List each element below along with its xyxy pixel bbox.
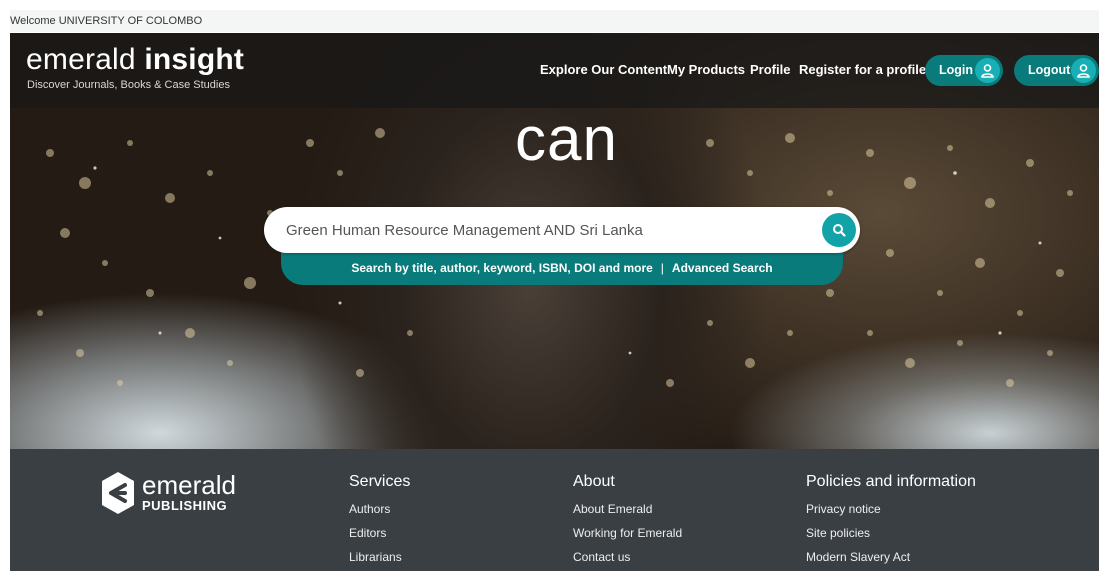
user-icon [975,58,1000,83]
logout-button[interactable]: Logout [1014,55,1099,86]
nav-profile[interactable]: Profile [750,62,790,77]
brand-bold: insight [144,43,245,76]
footer-col-about: About About Emerald Working for Emerald … [573,473,682,569]
footer-link-librarians[interactable]: Librarians [349,545,410,569]
emerald-logo-icon [102,472,134,514]
welcome-text: Welcome UNIVERSITY OF COLOMBO [10,15,203,27]
footer-link-modern-slavery-act[interactable]: Modern Slavery Act [806,545,976,569]
footer-logo-sub: PUBLISHING [142,498,228,513]
footer-heading-services: Services [349,473,411,490]
footer-link-site-policies[interactable]: Site policies [806,521,976,545]
site-footer: emerald PUBLISHING Services Authors Edit… [10,449,1099,571]
nav-register-profile[interactable]: Register for a profile [799,62,926,77]
logout-label: Logout [1028,63,1071,77]
login-button[interactable]: Login [925,55,1003,86]
footer-logo-name: emerald [142,470,236,500]
nav-explore-our-content[interactable]: Explore Our Content [540,62,667,77]
hero-banner: emerald insight Discover Journals, Books… [10,33,1099,449]
hero-word: can [515,105,618,174]
footer-link-privacy-notice[interactable]: Privacy notice [806,497,976,521]
footer-heading-about: About [573,473,615,490]
nav-my-products[interactable]: My Products [667,62,745,77]
search-input[interactable] [286,207,806,253]
footer-link-editors[interactable]: Editors [349,521,410,545]
advanced-search-link[interactable]: Advanced Search [672,261,773,275]
search-icon [833,224,846,237]
login-label: Login [939,63,974,77]
footer-link-contact-us[interactable]: Contact us [573,545,682,569]
search-box [264,207,860,253]
emerald-insight-logo[interactable]: emerald insight [26,44,244,76]
footer-heading-policies: Policies and information [806,473,976,490]
footer-link-working-for-emerald[interactable]: Working for Emerald [573,521,682,545]
site-header: emerald insight Discover Journals, Books… [10,33,1099,108]
footer-col-policies: Policies and information Privacy notice … [806,473,976,569]
footer-link-authors[interactable]: Authors [349,497,410,521]
user-icon [1071,58,1096,83]
welcome-bar: Welcome UNIVERSITY OF COLOMBO [10,10,1099,32]
footer-link-about-emerald[interactable]: About Emerald [573,497,682,521]
search-hint: Search by title, author, keyword, ISBN, … [281,261,843,275]
footer-col-services: Services Authors Editors Librarians [349,473,410,569]
brand-tagline: Discover Journals, Books & Case Studies [27,79,230,91]
search-hint-text: Search by title, author, keyword, ISBN, … [351,261,653,275]
separator: | [660,261,664,275]
search-button[interactable] [822,213,856,247]
brand-light: emerald [26,43,136,76]
